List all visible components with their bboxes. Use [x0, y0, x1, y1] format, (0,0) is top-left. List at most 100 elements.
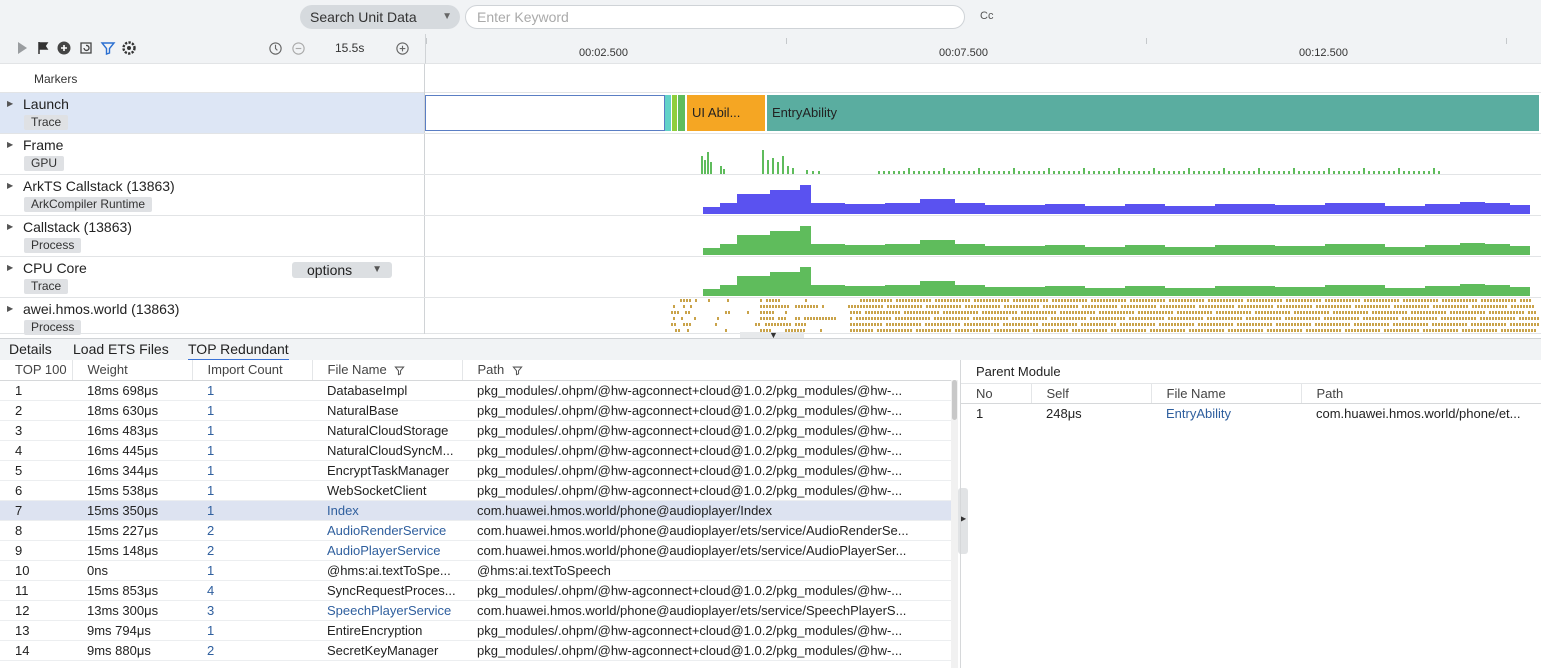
- lane-header[interactable]: ▶ Launch Trace: [0, 93, 425, 133]
- cell-rank: 7: [0, 500, 72, 521]
- cell-file-name-link[interactable]: AudioPlayerService: [312, 540, 462, 561]
- tab-top-redundant[interactable]: TOP Redundant: [188, 341, 289, 361]
- table-row[interactable]: 14 9ms 880μs 2 SecretKeyManager pkg_modules/…: [0, 640, 951, 661]
- column-header-rank[interactable]: TOP 100: [0, 360, 72, 381]
- table-row[interactable]: 1 18ms 698μs 1 DatabaseImpl pkg_modules/.ohp…: [0, 380, 951, 401]
- zoom-out-icon[interactable]: [291, 41, 306, 56]
- search-bar: Search Unit Data ▼ Cc: [0, 0, 1541, 34]
- lane-callstack[interactable]: ▶ Callstack (13863) Process: [0, 216, 1541, 257]
- column-filter-icon[interactable]: [394, 365, 406, 376]
- lane-arkts-callstack[interactable]: ▶ ArkTS Callstack (13863) ArkCompiler Ru…: [0, 175, 1541, 216]
- expand-arrow-icon[interactable]: ▶: [7, 222, 13, 231]
- column-header-file-name[interactable]: File Name: [1150, 383, 1301, 404]
- lane-frame[interactable]: ▶ Frame GPU: [0, 134, 1541, 175]
- column-header-weight[interactable]: Weight: [71, 360, 192, 381]
- cpu-core-options-dropdown[interactable]: options ▼: [292, 262, 392, 278]
- launch-slice[interactable]: [678, 95, 685, 131]
- tab-details[interactable]: Details: [9, 341, 52, 359]
- cell-rank: 12: [0, 600, 72, 621]
- slice-label: EntryAbility: [772, 105, 838, 120]
- timeline-ruler[interactable]: 00:02.500 00:07.500 00:12.500: [425, 34, 1541, 64]
- cell-path: pkg_modules/.ohpm/@hw-agconnect+cloud@1.…: [462, 380, 951, 401]
- lane-header[interactable]: ▶ Frame GPU: [0, 134, 425, 174]
- table-row[interactable]: 7 15ms 350μs 1 Index com.huawei.hmos.world/p…: [0, 500, 951, 521]
- table-row[interactable]: 6 15ms 538μs 1 WebSocketClient pkg_modules/.…: [0, 480, 951, 501]
- expand-arrow-icon[interactable]: ▶: [7, 99, 13, 108]
- lane-process[interactable]: ▶ awei.hmos.world (13863) Process: [0, 298, 1541, 335]
- table-row[interactable]: 10 0ns 1 @hms:ai.textToSpe... @hms:ai.textTo…: [0, 560, 951, 581]
- column-header-path[interactable]: Path: [461, 360, 951, 381]
- expand-arrow-icon[interactable]: ▶: [7, 304, 13, 313]
- tab-load-ets-files[interactable]: Load ETS Files: [73, 341, 169, 359]
- launch-slice-ui-ability[interactable]: UI Abil...: [687, 95, 765, 131]
- cell-file-name-link[interactable]: SpeechPlayerService: [312, 600, 462, 621]
- cell-path: @hms:ai.textToSpeech: [462, 560, 951, 581]
- column-filter-icon[interactable]: [512, 365, 523, 376]
- table-row[interactable]: 4 16ms 445μs 1 NaturalCloudSyncM... pkg_modu…: [0, 440, 951, 461]
- lane-header[interactable]: ▶ CPU Core Trace options ▼: [0, 257, 425, 297]
- cell-rank: 3: [0, 420, 72, 441]
- table-row[interactable]: 8 15ms 227μs 2 AudioRenderService com.huawei…: [0, 520, 951, 541]
- column-header-path[interactable]: Path: [1300, 383, 1541, 404]
- lane-header[interactable]: ▶ ArkTS Callstack (13863) ArkCompiler Ru…: [0, 175, 425, 215]
- lane-launch[interactable]: ▶ Launch Trace UI Abil... EntryAbility: [0, 93, 1541, 134]
- expand-arrow-icon[interactable]: ▶: [7, 181, 13, 190]
- clock-icon[interactable]: [268, 41, 283, 56]
- refresh-icon[interactable]: [78, 40, 94, 56]
- expand-arrow-icon[interactable]: ▶: [7, 263, 13, 272]
- lane-cpu-core[interactable]: ▶ CPU Core Trace options ▼: [0, 257, 1541, 298]
- scrollbar-thumb[interactable]: [952, 380, 957, 420]
- table-row[interactable]: 1 248μs EntryAbility com.huawei.hmos.wor…: [961, 404, 1541, 424]
- cell-import-count: 2: [192, 640, 312, 661]
- column-header-file-name[interactable]: File Name: [311, 360, 462, 381]
- case-sensitive-toggle[interactable]: Cc: [980, 10, 993, 22]
- lane-header[interactable]: ▶ Callstack (13863) Process: [0, 216, 425, 256]
- cell-path: pkg_modules/.ohpm/@hw-agconnect+cloud@1.…: [462, 480, 951, 501]
- cpu-core-track[interactable]: [425, 257, 1541, 297]
- launch-slice[interactable]: [672, 95, 677, 131]
- lane-title: ArkTS Callstack (13863): [23, 178, 175, 194]
- markers-row[interactable]: Markers: [0, 64, 1541, 93]
- table-row[interactable]: 3 16ms 483μs 1 NaturalCloudStorage pkg_modul…: [0, 420, 951, 441]
- play-icon[interactable]: [14, 40, 30, 56]
- cell-weight: 15ms 148μs: [72, 540, 192, 561]
- callstack-track[interactable]: [425, 216, 1541, 256]
- column-header-self[interactable]: Self: [1030, 383, 1151, 404]
- cell-file-name-link[interactable]: EntryAbility: [1151, 404, 1301, 424]
- table-row[interactable]: 2 18ms 630μs 1 NaturalBase pkg_modules/.ohpm…: [0, 400, 951, 421]
- tab-bar: Details Load ETS Files TOP Redundant: [0, 339, 1541, 361]
- search-scope-dropdown[interactable]: Search Unit Data ▼: [300, 5, 460, 29]
- flag-icon[interactable]: [35, 40, 51, 56]
- lane-tag: GPU: [24, 156, 65, 171]
- cell-path: pkg_modules/.ohpm/@hw-agconnect+cloud@1.…: [462, 440, 951, 461]
- table-row[interactable]: 5 16ms 344μs 1 EncryptTaskManager pkg_module…: [0, 460, 951, 481]
- launch-selection-slice[interactable]: [425, 95, 665, 131]
- cell-file-name: SecretKeyManager: [312, 640, 462, 661]
- table-row[interactable]: 9 15ms 148μs 2 AudioPlayerService com.huawei…: [0, 540, 951, 561]
- table-row[interactable]: 13 9ms 794μs 1 EntireEncryption pkg_modules/…: [0, 620, 951, 641]
- table-row[interactable]: 11 15ms 853μs 4 SyncRequestProces... pkg_mod…: [0, 580, 951, 601]
- add-circle-icon[interactable]: [56, 40, 72, 56]
- cell-import-count: 1: [192, 560, 312, 581]
- cell-file-name-link[interactable]: Index: [312, 500, 462, 521]
- zoom-in-icon[interactable]: [395, 41, 410, 56]
- expand-arrow-icon[interactable]: ▶: [7, 140, 13, 149]
- keyword-search-input[interactable]: [465, 5, 965, 29]
- column-header-no[interactable]: No: [961, 383, 1031, 404]
- cell-path: pkg_modules/.ohpm/@hw-agconnect+cloud@1.…: [462, 460, 951, 481]
- arkts-track[interactable]: [425, 175, 1541, 215]
- frame-track[interactable]: [425, 134, 1541, 174]
- table-row[interactable]: 12 13ms 300μs 3 SpeechPlayerService com.huaw…: [0, 600, 951, 621]
- column-header-import-count[interactable]: Import Count: [191, 360, 312, 381]
- cell-file-name-link[interactable]: AudioRenderService: [312, 520, 462, 541]
- lane-header[interactable]: ▶ awei.hmos.world (13863) Process: [0, 298, 425, 335]
- cell-weight: 18ms 630μs: [72, 400, 192, 421]
- table-scrollbar[interactable]: [951, 380, 958, 668]
- settings-icon[interactable]: [121, 40, 137, 56]
- filter-icon[interactable]: [100, 40, 116, 56]
- launch-slice[interactable]: [665, 95, 671, 131]
- launch-slice-entry-ability[interactable]: EntryAbility: [767, 95, 1539, 131]
- launch-track[interactable]: UI Abil... EntryAbility: [425, 93, 1541, 133]
- process-track[interactable]: [425, 298, 1541, 334]
- ruler-tick: [786, 38, 787, 44]
